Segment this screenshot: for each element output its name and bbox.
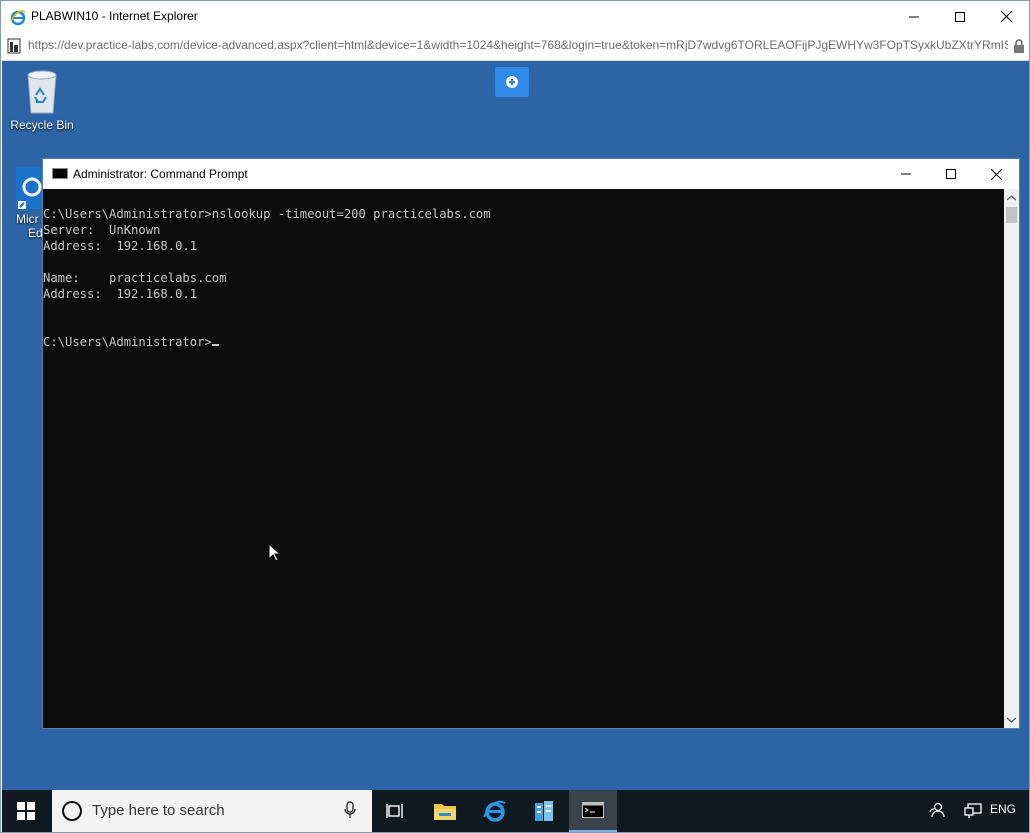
scroll-down-button[interactable]	[1004, 711, 1019, 728]
scrollbar-thumb[interactable]	[1006, 207, 1017, 223]
recycle-bin-label: Recycle Bin	[10, 118, 74, 132]
internet-explorer-icon	[10, 10, 26, 26]
remote-desktop[interactable]: Recycle Bin Micr Ed Administrator: Comma…	[2, 61, 1029, 790]
network-icon[interactable]	[964, 803, 982, 819]
minimize-button[interactable]	[891, 1, 937, 32]
cmd-maximize-button[interactable]	[928, 159, 974, 189]
session-menu-button[interactable]	[495, 67, 529, 97]
maximize-icon	[955, 11, 965, 22]
close-button[interactable]	[983, 1, 1029, 32]
cmd-title-bar[interactable]: Administrator: Command Prompt	[43, 159, 1019, 189]
console-line: Name: practicelabs.com	[43, 271, 227, 285]
address-bar[interactable]: https://dev.practice-labs.com/device-adv…	[1, 32, 1029, 61]
command-prompt-icon	[52, 168, 68, 179]
page-icon	[7, 38, 21, 54]
ie-title-bar[interactable]: PLABWIN10 - Internet Explorer	[1, 1, 1029, 32]
command-prompt-window[interactable]: Administrator: Command Prompt C:\Users\A…	[42, 158, 1020, 729]
task-view-icon	[386, 804, 403, 818]
taskbar: Type here to search ENG	[2, 790, 1029, 832]
console-output: C:\Users\Administrator>nslookup -timeout…	[43, 189, 1003, 350]
taskbar-search-box[interactable]: Type here to search	[52, 790, 372, 832]
console-line: Server: UnKnown	[43, 223, 161, 237]
internet-explorer-taskbar-button[interactable]	[471, 790, 519, 832]
internet-explorer-window: PLABWIN10 - Internet Explorer https://de…	[0, 0, 1030, 833]
language-indicator[interactable]: ENG	[990, 802, 1016, 816]
file-explorer-button[interactable]	[421, 790, 469, 832]
maximize-icon	[946, 169, 956, 179]
people-icon[interactable]	[929, 802, 945, 820]
microsoft-edge-icon	[16, 167, 42, 209]
server-manager-icon	[535, 801, 553, 821]
console-area[interactable]: C:\Users\Administrator>nslookup -timeout…	[43, 189, 1003, 728]
lock-icon[interactable]	[1013, 39, 1025, 53]
command-prompt-taskbar-button[interactable]	[569, 790, 617, 832]
vertical-scrollbar[interactable]	[1004, 189, 1019, 728]
start-button[interactable]	[2, 790, 50, 832]
plus-circle-icon	[506, 76, 518, 88]
minimize-icon	[909, 16, 919, 17]
text-cursor	[211, 344, 219, 346]
minimize-icon	[901, 173, 911, 175]
chevron-up-icon	[1007, 194, 1016, 200]
microphone-icon[interactable]	[344, 801, 356, 819]
address-url[interactable]: https://dev.practice-labs.com/device-adv…	[28, 38, 1008, 52]
ie-window-title: PLABWIN10 - Internet Explorer	[31, 9, 198, 23]
console-line: Address: 192.168.0.1	[43, 239, 198, 253]
search-placeholder: Type here to search	[92, 802, 225, 819]
chevron-down-icon	[1007, 717, 1016, 723]
close-icon	[990, 168, 1002, 180]
cmd-window-title: Administrator: Command Prompt	[73, 167, 248, 181]
windows-logo-icon	[17, 802, 35, 820]
internet-explorer-icon	[483, 800, 506, 822]
cortana-icon	[62, 801, 82, 821]
desktop-icon-recycle-bin[interactable]: Recycle Bin	[8, 69, 76, 132]
maximize-button[interactable]	[937, 1, 983, 32]
cmd-close-button[interactable]	[973, 159, 1019, 189]
cmd-minimize-button[interactable]	[883, 159, 929, 189]
scroll-up-button[interactable]	[1004, 189, 1019, 206]
server-manager-button[interactable]	[520, 790, 568, 832]
file-explorer-icon	[434, 804, 456, 820]
recycle-bin-icon	[27, 70, 57, 114]
command-prompt-icon	[582, 802, 604, 818]
console-line: C:\Users\Administrator>nslookup -timeout…	[43, 207, 491, 221]
close-icon	[1000, 11, 1012, 22]
task-view-button[interactable]	[371, 790, 419, 832]
console-line: Address: 192.168.0.1	[43, 287, 198, 301]
console-prompt: C:\Users\Administrator>	[43, 335, 212, 349]
mouse-pointer-icon	[268, 543, 281, 562]
